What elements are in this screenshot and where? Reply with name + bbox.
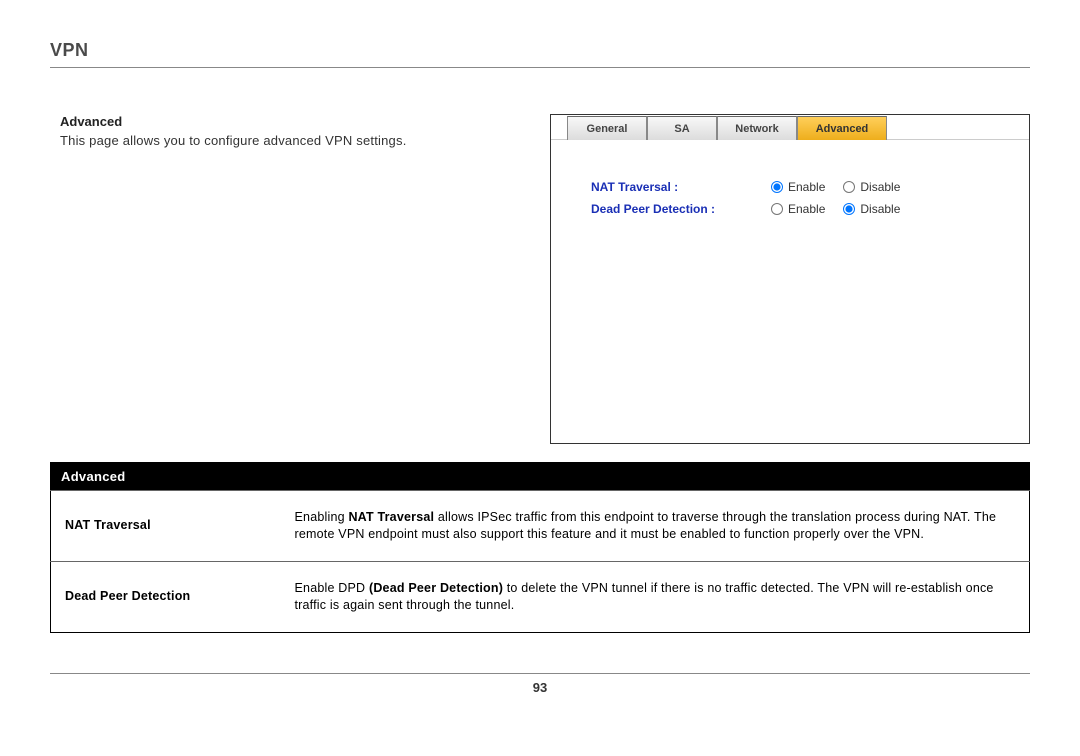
tab-sa[interactable]: SA bbox=[647, 116, 717, 140]
desc-dpd-pre: Enable DPD bbox=[295, 581, 369, 595]
tab-general[interactable]: General bbox=[567, 116, 647, 140]
row-dead-peer: Dead Peer Detection : Enable Disable bbox=[591, 202, 1003, 216]
section-heading: Advanced bbox=[60, 114, 530, 129]
desc-nat-pre: Enabling bbox=[295, 510, 349, 524]
term-dpd: Dead Peer Detection bbox=[51, 561, 281, 632]
radio-dpd-disable-label: Disable bbox=[860, 202, 900, 216]
radio-dpd-enable-wrap[interactable]: Enable bbox=[771, 202, 825, 216]
tab-network[interactable]: Network bbox=[717, 116, 797, 140]
radio-nat-enable[interactable] bbox=[771, 181, 783, 193]
title-divider bbox=[50, 67, 1030, 68]
section-description: This page allows you to configure advanc… bbox=[60, 133, 530, 148]
definitions-header-row: Advanced bbox=[51, 463, 1030, 491]
definitions-header: Advanced bbox=[51, 463, 1030, 491]
radio-nat-enable-wrap[interactable]: Enable bbox=[771, 180, 825, 194]
radio-nat-disable[interactable] bbox=[843, 181, 855, 193]
label-dead-peer: Dead Peer Detection : bbox=[591, 202, 771, 216]
row-nat-traversal: NAT Traversal : Enable Disable bbox=[591, 180, 1003, 194]
radio-nat-enable-label: Enable bbox=[788, 180, 825, 194]
tab-bar: General SA Network Advanced bbox=[551, 115, 1029, 140]
footer-divider bbox=[50, 673, 1030, 674]
label-nat-traversal: NAT Traversal : bbox=[591, 180, 771, 194]
radio-dpd-enable-label: Enable bbox=[788, 202, 825, 216]
radio-nat-disable-label: Disable bbox=[860, 180, 900, 194]
radio-dpd-disable-wrap[interactable]: Disable bbox=[843, 202, 900, 216]
definition-row-dpd: Dead Peer Detection Enable DPD (Dead Pee… bbox=[51, 561, 1030, 632]
page-number: 93 bbox=[50, 680, 1030, 695]
definition-row-nat: NAT Traversal Enabling NAT Traversal all… bbox=[51, 491, 1030, 562]
desc-nat-bold: NAT Traversal bbox=[348, 510, 434, 524]
definitions-table: Advanced NAT Traversal Enabling NAT Trav… bbox=[50, 462, 1030, 633]
desc-dpd: Enable DPD (Dead Peer Detection) to dele… bbox=[281, 561, 1030, 632]
desc-dpd-bold: (Dead Peer Detection) bbox=[369, 581, 503, 595]
settings-panel: General SA Network Advanced NAT Traversa… bbox=[550, 114, 1030, 444]
radio-dpd-enable[interactable] bbox=[771, 203, 783, 215]
radio-dpd-disable[interactable] bbox=[843, 203, 855, 215]
term-nat: NAT Traversal bbox=[51, 491, 281, 562]
radio-nat-disable-wrap[interactable]: Disable bbox=[843, 180, 900, 194]
tab-advanced[interactable]: Advanced bbox=[797, 116, 887, 140]
desc-nat: Enabling NAT Traversal allows IPSec traf… bbox=[281, 491, 1030, 562]
page-title: VPN bbox=[50, 40, 1030, 61]
